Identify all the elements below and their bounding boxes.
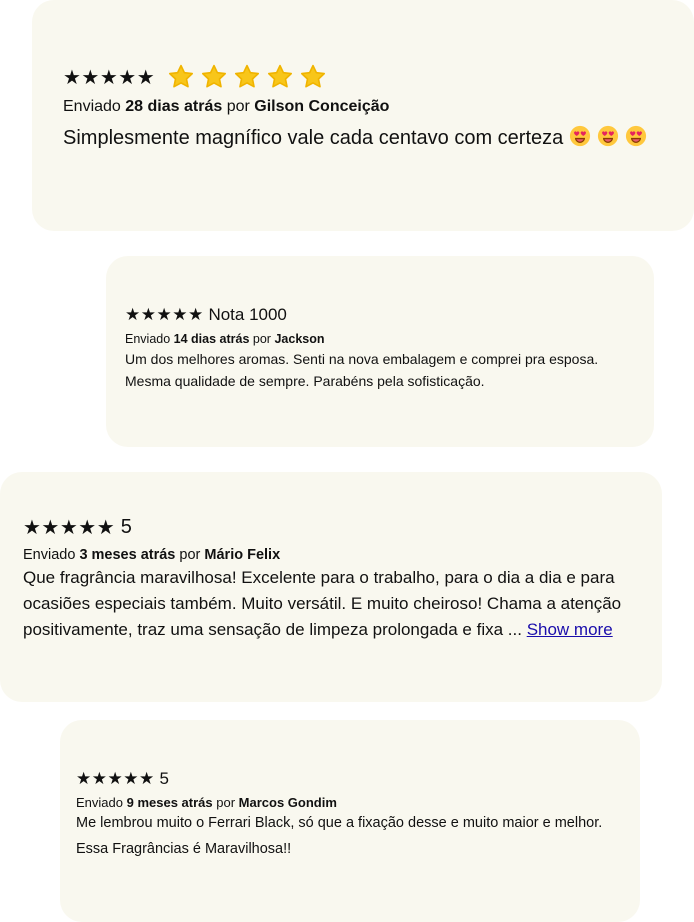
heart-eyes-emoji-icon	[597, 125, 619, 147]
review-card: ★★★★★ Enviado 28 dias atrás por Gilson C…	[32, 0, 694, 231]
rating-line: ★★★★★ Nota 1000	[125, 304, 654, 326]
rating-line: ★★★★★ 5	[23, 514, 662, 540]
review-title: 5	[120, 515, 132, 538]
review-card: ★★★★★ Nota 1000 Enviado 14 dias atrás po…	[106, 256, 654, 447]
review-meta: Enviado 9 meses atrás por Marcos Gondim	[76, 795, 640, 810]
rating-stars: ★★★★★	[125, 305, 204, 324]
review-text: Simplesmente magnífico vale cada centavo…	[63, 127, 564, 149]
by-label: por	[216, 795, 236, 810]
review-date: 9 meses atrás	[126, 795, 213, 810]
review-title: 5	[159, 769, 169, 788]
heart-eyes-emoji-icon	[569, 125, 591, 147]
star-icon	[235, 64, 260, 88]
star-rating-icons	[167, 63, 327, 91]
sent-label: Enviado	[76, 795, 123, 810]
rating-stars: ★★★★★	[63, 66, 156, 89]
review-text: Um dos melhores aromas. Senti na nova em…	[125, 351, 599, 389]
review-date: 28 dias atrás	[125, 98, 223, 115]
rating-stars: ★★★★★	[76, 769, 155, 788]
review-author: Jackson	[274, 332, 325, 346]
rating-line: ★★★★★ 5	[76, 768, 640, 790]
review-card: ★★★★★ 5 Enviado 9 meses atrás por Marcos…	[60, 720, 640, 922]
by-label: por	[252, 332, 271, 346]
sent-label: Enviado	[23, 547, 76, 563]
rating-line: ★★★★★	[63, 64, 694, 90]
star-icon	[301, 64, 326, 88]
review-text: Me lembrou muito o Ferrari Black, só que…	[76, 815, 603, 857]
review-meta: Enviado 14 dias atrás por Jackson	[125, 332, 654, 346]
review-card: ★★★★★ 5 Enviado 3 meses atrás por Mário …	[0, 472, 662, 702]
rating-stars: ★★★★★	[23, 516, 116, 539]
review-meta: Enviado 28 dias atrás por Gilson Conceiç…	[63, 98, 694, 116]
sent-label: Enviado	[125, 332, 171, 346]
star-icon	[268, 64, 293, 88]
review-author: Mário Felix	[204, 547, 281, 563]
review-date: 3 meses atrás	[79, 547, 176, 563]
review-text-line: Simplesmente magnífico vale cada centavo…	[63, 125, 694, 150]
review-meta: Enviado 3 meses atrás por Mário Felix	[23, 547, 662, 563]
review-author: Marcos Gondim	[238, 795, 337, 810]
by-label: por	[179, 547, 201, 563]
review-text-block: Que fragrância maravilhosa! Excelente pa…	[23, 565, 643, 643]
sent-label: Enviado	[63, 98, 121, 115]
star-icon	[202, 64, 227, 88]
review-author: Gilson Conceição	[254, 98, 390, 115]
review-title: Nota 1000	[208, 305, 287, 324]
by-label: por	[226, 98, 250, 115]
heart-eyes-emoji-icon	[625, 125, 647, 147]
show-more-link[interactable]: Show more	[527, 620, 613, 639]
star-icon	[169, 64, 194, 88]
review-date: 14 dias atrás	[173, 332, 250, 346]
